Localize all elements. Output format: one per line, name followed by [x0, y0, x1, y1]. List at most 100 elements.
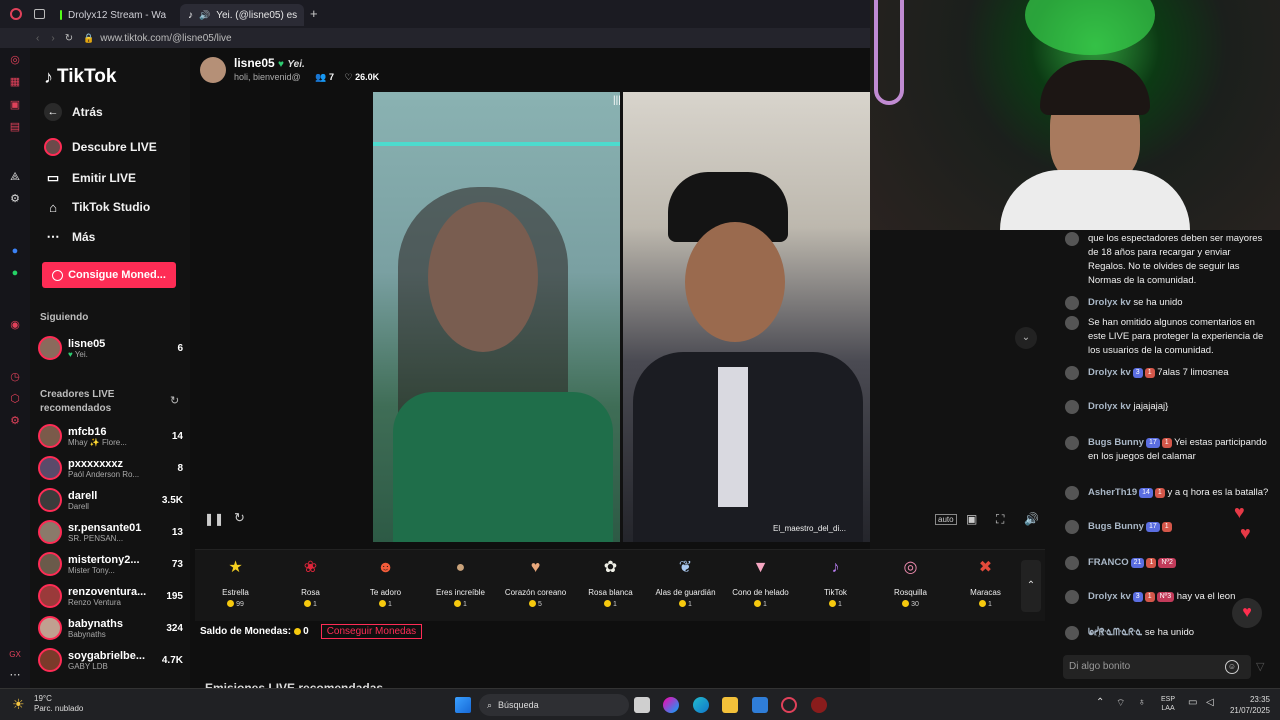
tab-switcher-icon[interactable]	[34, 9, 45, 19]
gift-item[interactable]: ● Eres increíble 1	[423, 556, 498, 608]
creator-item[interactable]: renzoventura... Renzo Ventura 195	[38, 581, 183, 611]
display-icon[interactable]: ▭	[1188, 697, 1197, 708]
tab-drolyx-stream[interactable]: Drolyx12 Stream - Wa	[52, 4, 174, 26]
gift-item[interactable]: ♪ TikTok 1	[798, 556, 873, 608]
send-icon[interactable]: ▽	[1256, 660, 1264, 673]
clock[interactable]: 23:35 21/07/2025	[1226, 694, 1270, 716]
coin-icon	[604, 600, 612, 607]
creator-item[interactable]: soygabrielbe... GABY LDB 4.7K	[38, 645, 183, 675]
chevron-down-icon[interactable]: ⌄	[1015, 327, 1037, 349]
chevron-up-icon[interactable]: ⌃	[1021, 560, 1041, 612]
chatgpt-icon[interactable]: ⚙	[8, 192, 22, 206]
forward-icon[interactable]: ›	[51, 33, 54, 44]
gift-item[interactable]: ◎ Rosquilla 30	[873, 556, 948, 608]
volume-tray-icon[interactable]: ◁	[1206, 697, 1214, 708]
gift-item[interactable]: ❀ Rosa 1	[273, 556, 348, 608]
opera-gx-icon[interactable]	[781, 697, 797, 713]
gift-item[interactable]: ★ Estrella 99	[198, 556, 273, 608]
edge-icon[interactable]	[693, 697, 709, 713]
app-icon[interactable]	[811, 697, 827, 713]
emoji-icon[interactable]: ☺	[1225, 660, 1239, 674]
creator-item[interactable]: sr.pensante01 SR. PENSAN... 13	[38, 517, 183, 547]
gift-item[interactable]: ▼ Cono de helado 1	[723, 556, 798, 608]
speaker-icon[interactable]: 🔊	[199, 10, 210, 21]
get-coins-link[interactable]: Conseguir Monedas	[320, 624, 423, 639]
new-tab-button[interactable]: +	[310, 6, 318, 21]
gx-icon[interactable]: GX	[8, 648, 22, 662]
extensions-icon[interactable]: ⬡	[8, 392, 22, 406]
nav-more[interactable]: ⋯ Más	[44, 228, 96, 246]
chat-username[interactable]: Drolyx kv	[1088, 401, 1131, 412]
copilot-icon[interactable]	[663, 697, 679, 713]
tabs-icon[interactable]: ▣	[8, 98, 22, 112]
gift-item[interactable]: ✿ Rosa blanca 1	[573, 556, 648, 608]
weather-icon[interactable]: ☀	[12, 696, 25, 713]
url-field[interactable]: www.tiktok.com/@lisne05/live	[100, 33, 231, 44]
chat-username[interactable]: AsherTh19	[1088, 487, 1137, 498]
fullscreen-icon[interactable]: ⛶	[996, 512, 1004, 527]
language-indicator[interactable]: ESP LAA	[1161, 695, 1175, 713]
store-icon[interactable]	[752, 697, 768, 713]
creator-item[interactable]: darell Darell 3.5K	[38, 485, 183, 515]
creator-item[interactable]: mistertony2... Mister Tony... 73	[38, 549, 183, 579]
picture-in-picture-icon[interactable]: ▣	[966, 512, 977, 526]
refresh-stream-icon[interactable]: ↻	[234, 510, 245, 526]
following-item[interactable]: lisne05 ♥ Yei. 6	[38, 333, 183, 363]
tray-chevron-icon[interactable]: ⌃	[1096, 697, 1104, 708]
chat-input[interactable]: Di algo bonito	[1063, 655, 1251, 679]
volume-icon[interactable]: 🔊	[1024, 512, 1039, 526]
chat-username[interactable]: Drolyx kv	[1088, 367, 1131, 378]
network-icon[interactable]: ⌔	[1116, 697, 1125, 710]
host-name[interactable]: lisne05	[234, 56, 275, 70]
microphone-icon[interactable]: ♁	[1138, 697, 1146, 708]
fan-badge: 1	[1154, 488, 1165, 498]
nav-tiktok-studio[interactable]: ⌂ TikTok Studio	[44, 198, 150, 216]
reload-icon[interactable]: ↻	[65, 33, 73, 44]
creator-item[interactable]: babynaths Babynaths 324	[38, 613, 183, 643]
messenger-icon[interactable]: ●	[8, 244, 22, 258]
gift-item[interactable]: ♥ Corazón coreano 5	[498, 556, 573, 608]
chat-username[interactable]: ᖚᓰ҈ᖇᓍᗰᓍᖇᓍ	[1088, 627, 1142, 638]
ai-icon[interactable]: ⟁	[8, 170, 22, 184]
clock-icon[interactable]: ◷	[8, 370, 22, 384]
gift-item[interactable]: ❦ Alas de guardián 1	[648, 556, 723, 608]
chat-username[interactable]: Bugs Bunny	[1088, 437, 1144, 448]
tab-tiktok-live[interactable]: ♪ 🔊 Yei. (@lisne05) es	[180, 4, 304, 26]
creator-item[interactable]: pxxxxxxxz Paól Anderson Ro... 8	[38, 453, 183, 483]
chat-username[interactable]: Drolyx kv	[1088, 297, 1131, 308]
opera-logo-icon[interactable]	[10, 8, 22, 20]
bookmarks-icon[interactable]: ▦	[8, 75, 22, 89]
history-icon[interactable]: ▤	[8, 120, 22, 134]
file-explorer-icon[interactable]	[722, 697, 738, 713]
like-heart-button[interactable]: ♥	[1232, 598, 1262, 628]
gift-item[interactable]: ✖ Maracas 1	[948, 556, 1023, 608]
host-avatar[interactable]	[200, 56, 226, 83]
nav-emitir-live[interactable]: ▭ Emitir LIVE	[44, 169, 136, 187]
get-coins-button[interactable]: Consigue Moned...	[42, 262, 176, 288]
pause-icon[interactable]: ❚❚	[204, 512, 224, 526]
maracas-icon: ✖	[978, 559, 993, 576]
creator-item[interactable]: mfcb16 Mhay ✨ Flore... 14	[38, 421, 183, 451]
nav-descubre-live[interactable]: Descubre LIVE	[44, 138, 157, 156]
back-button[interactable]: ← Atrás	[44, 103, 103, 121]
tiktok-logo[interactable]: ♪ TikTok	[44, 66, 116, 88]
player-icon[interactable]: ◉	[8, 318, 22, 332]
creator-subtitle: Darell	[68, 501, 89, 511]
speed-dial-icon[interactable]: ◎	[8, 53, 22, 67]
viewer-count: 324	[166, 622, 183, 634]
gift-item[interactable]: ☻ Te adoro 1	[348, 556, 423, 608]
settings-icon[interactable]: ⚙	[8, 414, 22, 428]
auto-quality-icon[interactable]: auto	[935, 514, 957, 525]
back-icon[interactable]: ‹	[36, 33, 39, 44]
whatsapp-icon[interactable]: ●	[8, 266, 22, 280]
chat-username[interactable]: Bugs Bunny	[1088, 521, 1144, 532]
live-video[interactable]: ||| El_maestro_del_di...	[373, 92, 870, 542]
windows-start-icon[interactable]	[455, 697, 471, 713]
chat-username[interactable]: Drolyx kv	[1088, 591, 1131, 602]
more-icon[interactable]: ⋯	[8, 668, 22, 682]
floating-heart-icon: ♥	[1240, 523, 1251, 543]
chat-username[interactable]: FRANCO	[1088, 557, 1129, 568]
taskbar-search[interactable]: ⌕ Búsqueda	[479, 694, 629, 716]
task-view-icon[interactable]	[634, 697, 650, 713]
refresh-icon[interactable]: ↻	[170, 394, 179, 407]
